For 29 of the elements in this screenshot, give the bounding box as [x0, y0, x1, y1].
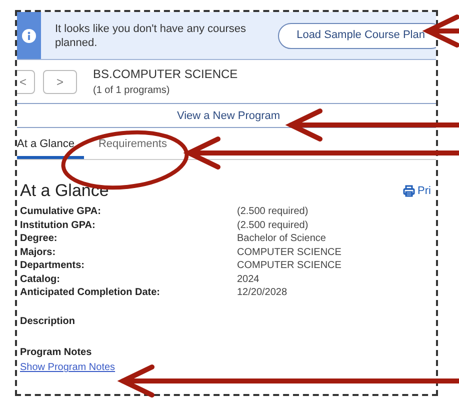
field-label: Institution GPA: — [20, 220, 96, 232]
info-icon — [22, 28, 36, 42]
print-button[interactable]: Pri — [402, 182, 431, 199]
field-value: COMPUTER SCIENCE — [237, 246, 342, 259]
show-program-notes-link[interactable]: Show Program Notes — [20, 360, 116, 375]
description-heading: Description — [20, 315, 76, 329]
program-count: (1 of 1 programs) — [93, 84, 171, 98]
banner-message: It looks like you don't have any courses planned. — [55, 22, 248, 50]
field-label: Departments: — [20, 260, 86, 272]
field-value: (2.500 required) — [237, 206, 308, 218]
tab[interactable]: Requirements — [84, 132, 181, 159]
field-label: Cumulative GPA: — [20, 206, 102, 218]
field-label: Anticipated Completion Date: — [20, 287, 162, 300]
field-value: 2024 — [237, 274, 260, 286]
field-value: 12/20/2028 — [237, 287, 288, 300]
field-label: Majors: — [20, 246, 57, 259]
field-label: Catalog: — [20, 274, 61, 286]
view-new-program-link[interactable]: View a New Program — [172, 108, 280, 125]
load-sample-button[interactable]: Load Sample Course Plan — [278, 22, 436, 48]
program-title: BS.COMPUTER SCIENCE — [93, 66, 238, 83]
field-label: Degree: — [20, 233, 58, 246]
printer-icon — [402, 184, 415, 197]
field-value: Bachelor of Science — [237, 233, 326, 246]
program-notes-heading: Program Notes — [20, 346, 93, 360]
field-value: COMPUTER SCIENCE — [237, 260, 342, 272]
previous-button[interactable]: < — [17, 70, 35, 94]
field-value: (2.500 required) — [237, 220, 308, 232]
next-button[interactable]: > — [43, 70, 77, 94]
tab[interactable]: At a Glance — [17, 132, 84, 159]
